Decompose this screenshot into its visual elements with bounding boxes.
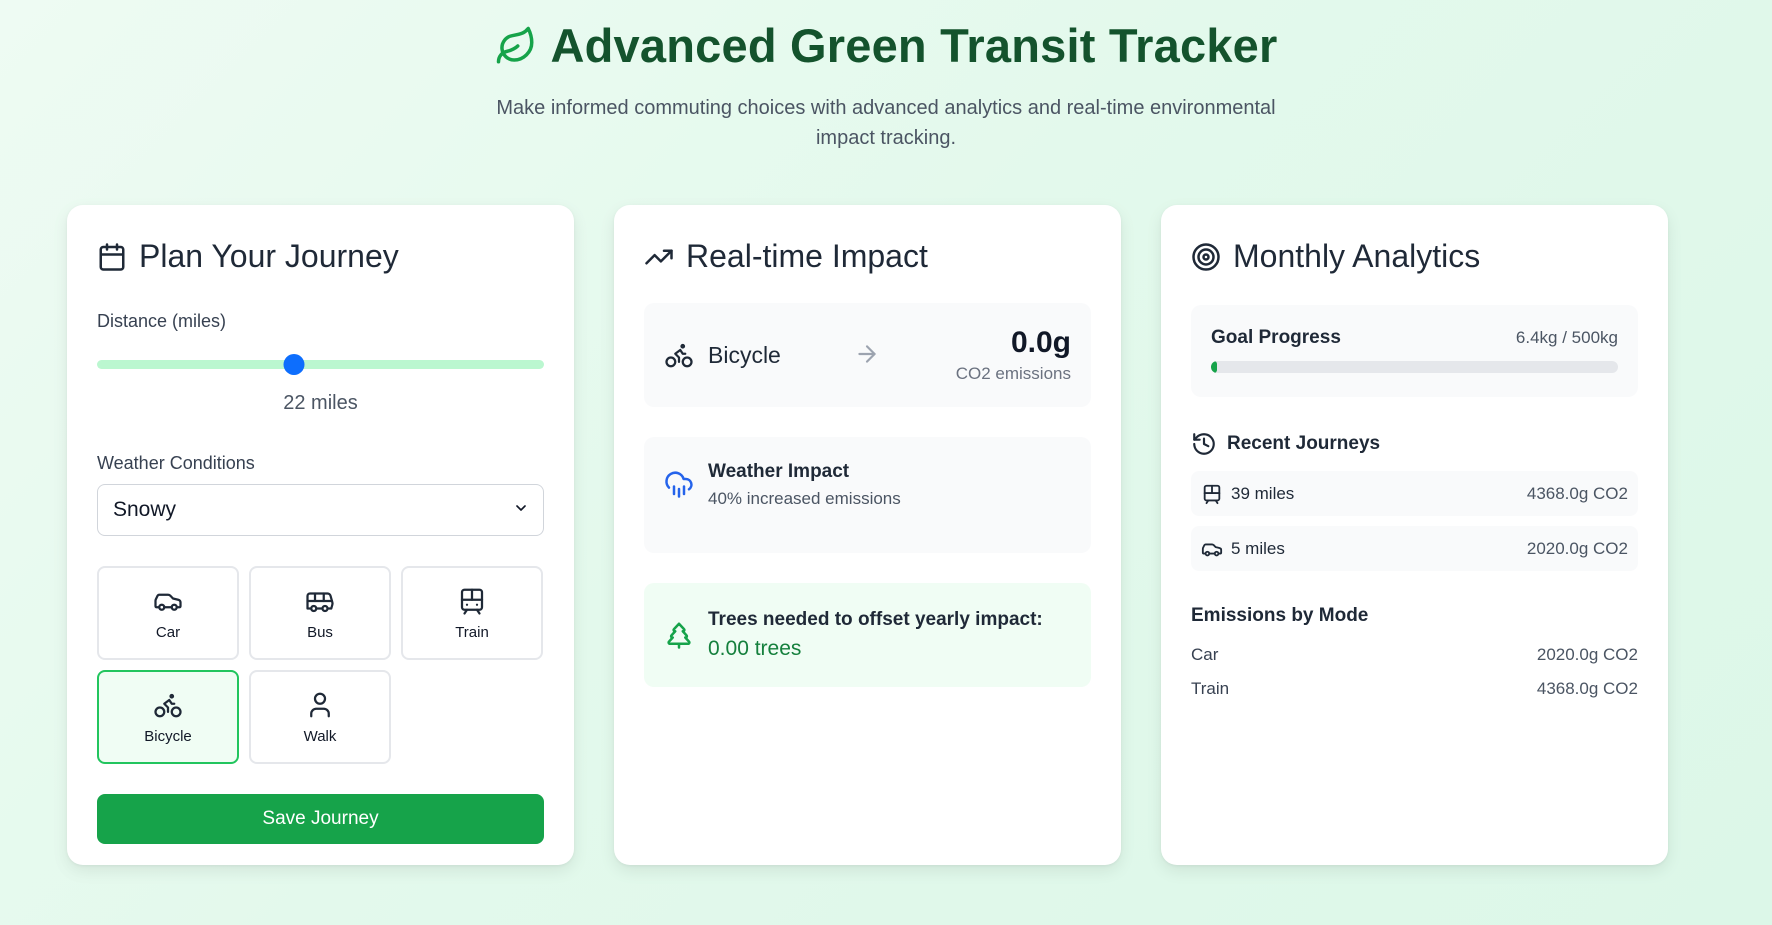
distance-value: 22 miles bbox=[283, 392, 358, 414]
chevron-down-icon bbox=[513, 498, 529, 522]
trees-text: Trees needed to offset yearly impact: 0.… bbox=[708, 609, 1043, 661]
emissions-mode-value: 2020.0g CO2 bbox=[1536, 645, 1638, 664]
slider-track[interactable] bbox=[97, 360, 544, 369]
tree-icon bbox=[664, 620, 694, 650]
goal-row: Goal Progress 6.4kg / 500kg bbox=[1211, 327, 1618, 349]
mode-walk-button[interactable]: Walk bbox=[249, 670, 391, 764]
journey-item[interactable]: 39 miles 4368.0g CO2 bbox=[1191, 471, 1638, 516]
bicycle-icon bbox=[664, 340, 694, 370]
trees-offset-box: Trees needed to offset yearly impact: 0.… bbox=[644, 583, 1091, 687]
mode-train-button[interactable]: Train bbox=[401, 566, 543, 660]
weather-impact-text: Weather Impact 40% increased emissions bbox=[708, 461, 901, 509]
mode-bicycle-label: Bicycle bbox=[144, 727, 192, 745]
mode-bus-button[interactable]: Bus bbox=[249, 566, 391, 660]
target-icon bbox=[1191, 242, 1221, 272]
history-icon bbox=[1191, 431, 1217, 457]
car-icon bbox=[153, 586, 183, 616]
weather-impact-detail: 40% increased emissions bbox=[708, 489, 901, 508]
emissions-mode-row: Train 4368.0g CO2 bbox=[1191, 679, 1638, 699]
transport-mode-grid: Car Bus Train Bicycle Walk bbox=[97, 566, 544, 764]
goal-progress-box: Goal Progress 6.4kg / 500kg bbox=[1191, 305, 1638, 397]
weather-select[interactable]: Snowy bbox=[97, 484, 544, 536]
title-row: Advanced Green Transit Tracker bbox=[0, 18, 1772, 73]
emissions-mode-value: 4368.0g CO2 bbox=[1536, 679, 1638, 698]
plan-card-title: Plan Your Journey bbox=[139, 238, 399, 274]
cloud-rain-icon bbox=[664, 469, 694, 499]
impact-card-header: Real-time Impact bbox=[644, 238, 1091, 275]
slider-thumb[interactable] bbox=[283, 354, 305, 375]
impact-card-title: Real-time Impact bbox=[686, 238, 928, 274]
journey-co2: 2020.0g CO2 bbox=[1526, 538, 1628, 558]
goal-value: 6.4kg / 500kg bbox=[1515, 328, 1618, 347]
save-journey-button[interactable]: Save Journey bbox=[97, 794, 544, 844]
weather-label: Weather Conditions bbox=[97, 453, 255, 473]
journey-co2: 4368.0g CO2 bbox=[1526, 483, 1628, 503]
emissions-mode-row: Car 2020.0g CO2 bbox=[1191, 645, 1638, 665]
distance-label: Distance (miles) bbox=[97, 311, 227, 331]
analytics-card-title: Monthly Analytics bbox=[1233, 238, 1481, 274]
goal-progress-fill bbox=[1211, 361, 1217, 373]
mode-car-label: Car bbox=[155, 623, 181, 641]
mode-walk-label: Walk bbox=[303, 727, 337, 745]
current-impact-box: Bicycle 0.0g CO2 emissions bbox=[644, 303, 1091, 407]
goal-progress-bar bbox=[1211, 361, 1618, 373]
journey-item[interactable]: 5 miles 2020.0g CO2 bbox=[1191, 526, 1638, 571]
car-icon bbox=[1201, 538, 1223, 560]
journey-distance: 5 miles bbox=[1231, 538, 1285, 558]
trees-title: Trees needed to offset yearly impact: bbox=[708, 609, 1043, 630]
bus-icon bbox=[305, 586, 335, 616]
mode-car-button[interactable]: Car bbox=[97, 566, 239, 660]
impact-mode-name: Bicycle bbox=[708, 341, 781, 368]
weather-impact-box: Weather Impact 40% increased emissions bbox=[644, 437, 1091, 553]
analytics-card-header: Monthly Analytics bbox=[1191, 238, 1638, 275]
emissions-by-mode-title: Emissions by Mode bbox=[1191, 605, 1369, 626]
arrow-right-icon bbox=[854, 341, 880, 367]
page-subtitle: Make informed commuting choices with adv… bbox=[496, 97, 1276, 149]
page-title: Advanced Green Transit Tracker bbox=[550, 19, 1278, 72]
emission-value: 0.0g bbox=[1010, 326, 1071, 359]
monthly-analytics-card: Monthly Analytics Goal Progress 6.4kg / … bbox=[1161, 205, 1668, 865]
mode-bicycle-button[interactable]: Bicycle bbox=[97, 670, 239, 764]
calendar-icon bbox=[97, 242, 127, 272]
leaf-icon bbox=[495, 25, 537, 67]
walk-icon bbox=[305, 690, 335, 720]
trees-value: 0.00 trees bbox=[708, 637, 802, 660]
bicycle-icon bbox=[153, 690, 183, 720]
emission-readout: 0.0g CO2 emissions bbox=[956, 326, 1071, 384]
distance-slider[interactable] bbox=[97, 354, 544, 375]
emissions-mode-name: Car bbox=[1191, 645, 1219, 664]
trending-up-icon bbox=[644, 242, 674, 272]
plan-card-header: Plan Your Journey bbox=[97, 238, 544, 275]
recent-journeys-header: Recent Journeys bbox=[1191, 431, 1638, 457]
plan-journey-card: Plan Your Journey Distance (miles) 22 mi… bbox=[67, 205, 574, 865]
weather-impact-title: Weather Impact bbox=[708, 461, 850, 482]
cards-row: Plan Your Journey Distance (miles) 22 mi… bbox=[67, 205, 1668, 865]
mode-bus-label: Bus bbox=[307, 623, 333, 641]
mode-train-label: Train bbox=[455, 623, 489, 641]
realtime-impact-card: Real-time Impact Bicycle 0.0g CO2 emissi… bbox=[614, 205, 1121, 865]
page-header: Advanced Green Transit Tracker Make info… bbox=[0, 0, 1772, 153]
recent-journeys-title: Recent Journeys bbox=[1227, 433, 1381, 454]
train-icon bbox=[1201, 483, 1223, 505]
emission-label: CO2 emissions bbox=[955, 364, 1071, 383]
weather-selected-value: Snowy bbox=[113, 498, 177, 521]
train-icon bbox=[457, 586, 487, 616]
emissions-mode-name: Train bbox=[1191, 679, 1230, 698]
goal-title: Goal Progress bbox=[1211, 327, 1341, 348]
journey-distance: 39 miles bbox=[1231, 483, 1295, 503]
